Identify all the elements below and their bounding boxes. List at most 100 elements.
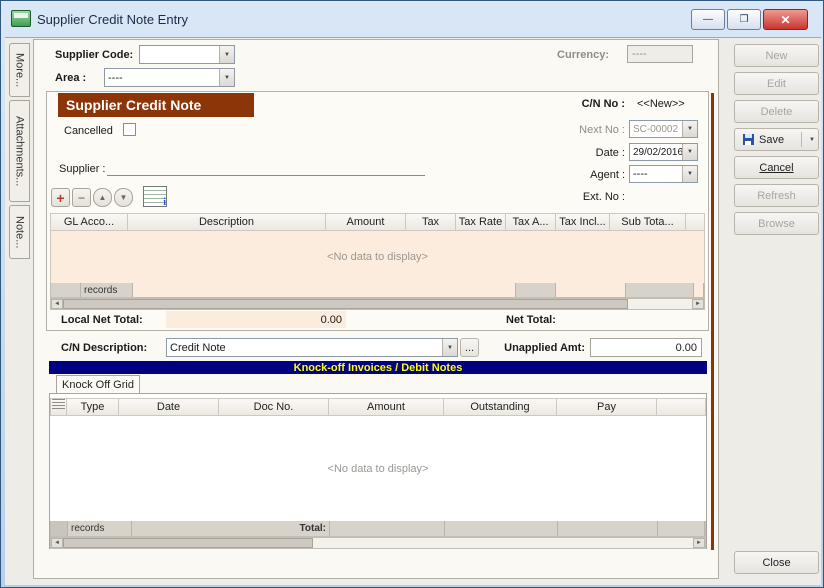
chevron-down-icon[interactable]: ▼ bbox=[682, 166, 697, 182]
delete-button[interactable]: Delete bbox=[734, 100, 819, 123]
knockoff-footer-cell bbox=[445, 521, 558, 536]
scrollbar-thumb[interactable] bbox=[63, 299, 628, 309]
supplier-credit-note-window: Supplier Credit Note Entry — ❐ ✕ More...… bbox=[0, 0, 824, 588]
close-button[interactable]: Close bbox=[734, 551, 819, 574]
save-dropdown-icon[interactable]: ▼ bbox=[809, 137, 815, 143]
supplier-field[interactable] bbox=[107, 159, 425, 176]
grid-info-icon[interactable] bbox=[143, 186, 167, 207]
scrollbar-track[interactable] bbox=[628, 299, 692, 309]
detail-footer-cell bbox=[516, 283, 556, 297]
scroll-left-icon[interactable]: ◄ bbox=[51, 299, 63, 309]
supplier-code-combo[interactable]: ▼ bbox=[139, 45, 235, 64]
scroll-right-icon[interactable]: ► bbox=[692, 299, 704, 309]
side-tab-more[interactable]: More... bbox=[9, 43, 30, 97]
knockoff-grid-empty: <No data to display> bbox=[50, 416, 706, 521]
chevron-down-icon[interactable]: ▼ bbox=[442, 339, 457, 356]
cn-description-ellipsis-button[interactable]: ... bbox=[460, 338, 479, 357]
column-header-doc-no[interactable]: Doc No. bbox=[219, 398, 329, 416]
column-header-date[interactable]: Date bbox=[119, 398, 219, 416]
supplier-code-label: Supplier Code: bbox=[55, 49, 133, 61]
knockoff-footer-cell bbox=[658, 521, 705, 536]
knockoff-footer-cell bbox=[558, 521, 658, 536]
column-header-type[interactable]: Type bbox=[67, 398, 119, 416]
next-no-label: Next No : bbox=[545, 124, 625, 136]
detail-grid-hscrollbar[interactable]: ◄ ► bbox=[50, 298, 705, 310]
cancelled-checkbox[interactable] bbox=[123, 123, 136, 136]
title-bar[interactable]: Supplier Credit Note Entry — ❐ ✕ bbox=[1, 1, 824, 37]
agent-label: Agent : bbox=[545, 169, 625, 181]
move-up-button[interactable]: ▲ bbox=[93, 188, 112, 207]
unapplied-amt-label: Unapplied Amt: bbox=[489, 342, 585, 354]
detail-grid-empty: <No data to display> bbox=[50, 231, 705, 283]
cn-description-value: Credit Note bbox=[167, 339, 442, 356]
supplier-label: Supplier : bbox=[59, 163, 105, 175]
save-button-label: Save bbox=[759, 134, 784, 146]
column-header-filler bbox=[657, 398, 706, 416]
chevron-down-icon[interactable]: ▼ bbox=[682, 121, 697, 137]
chevron-down-icon[interactable]: ▼ bbox=[219, 46, 234, 63]
close-window-button[interactable]: ✕ bbox=[763, 9, 808, 30]
refresh-button[interactable]: Refresh bbox=[734, 184, 819, 207]
column-header-tax-amt[interactable]: Tax A... bbox=[506, 213, 556, 231]
net-total-label: Net Total: bbox=[506, 314, 556, 326]
local-net-total-label: Local Net Total: bbox=[61, 314, 143, 326]
minimize-button[interactable]: — bbox=[691, 9, 725, 30]
detail-footer-cell bbox=[694, 283, 704, 297]
detail-footer-cell bbox=[626, 283, 694, 297]
chevron-down-icon[interactable]: ▼ bbox=[219, 69, 234, 86]
column-header-filler bbox=[686, 213, 705, 231]
panel-title: Supplier Credit Note bbox=[58, 93, 254, 117]
move-down-button[interactable]: ▼ bbox=[114, 188, 133, 207]
column-header-amount[interactable]: Amount bbox=[326, 213, 406, 231]
column-header-tax-rate[interactable]: Tax Rate bbox=[456, 213, 506, 231]
edit-button[interactable]: Edit bbox=[734, 72, 819, 95]
detail-footer-cell bbox=[51, 283, 81, 297]
column-header-pay[interactable]: Pay bbox=[557, 398, 657, 416]
date-combo[interactable]: 29/02/2016 ▼ bbox=[629, 143, 698, 161]
save-button[interactable]: Save ▼ bbox=[734, 128, 819, 151]
column-header-gl-account[interactable]: GL Acco... bbox=[50, 213, 128, 231]
detail-footer-cell bbox=[133, 283, 516, 297]
save-icon bbox=[743, 134, 754, 145]
window-title: Supplier Credit Note Entry bbox=[37, 12, 188, 27]
tab-knock-off-grid[interactable]: Knock Off Grid bbox=[56, 375, 140, 394]
column-header-ko-amount[interactable]: Amount bbox=[329, 398, 444, 416]
add-row-button[interactable]: + bbox=[51, 188, 70, 207]
scrollbar-track[interactable] bbox=[313, 538, 693, 548]
knockoff-total-label: Total: bbox=[132, 521, 330, 536]
cancel-button[interactable]: Cancel bbox=[734, 156, 819, 179]
ext-no-field[interactable] bbox=[629, 187, 698, 203]
area-label: Area : bbox=[55, 72, 86, 84]
column-header-sub-total[interactable]: Sub Tota... bbox=[610, 213, 686, 231]
column-header-outstanding[interactable]: Outstanding bbox=[444, 398, 557, 416]
browse-button[interactable]: Browse bbox=[734, 212, 819, 235]
save-split-divider bbox=[801, 132, 802, 147]
cn-no-value: <<New>> bbox=[637, 98, 685, 110]
date-value: 29/02/2016 bbox=[630, 144, 682, 160]
knockoff-bar-title: Knock-off Invoices / Debit Notes bbox=[49, 361, 707, 374]
column-header-description[interactable]: Description bbox=[128, 213, 326, 231]
cn-description-combo[interactable]: Credit Note ▼ bbox=[166, 338, 458, 357]
ext-no-label: Ext. No : bbox=[545, 191, 625, 203]
agent-combo[interactable]: ---- ▼ bbox=[629, 165, 698, 183]
next-no-value: SC-00002 bbox=[630, 121, 682, 137]
column-header-tax-incl[interactable]: Tax Incl... bbox=[556, 213, 610, 231]
currency-field: ---- bbox=[627, 45, 693, 63]
area-combo[interactable]: ---- ▼ bbox=[104, 68, 235, 87]
scrollbar-thumb[interactable] bbox=[63, 538, 313, 548]
next-no-combo[interactable]: SC-00002 ▼ bbox=[629, 120, 698, 138]
cn-description-label: C/N Description: bbox=[61, 342, 147, 354]
side-tab-attachments[interactable]: Attachments... bbox=[9, 100, 30, 202]
splitter-strip[interactable] bbox=[711, 93, 714, 550]
knockoff-grid-hscrollbar[interactable]: ◄ ► bbox=[50, 537, 706, 549]
knockoff-footer-cell bbox=[51, 521, 68, 536]
scroll-right-icon[interactable]: ► bbox=[693, 538, 705, 548]
column-header-tax[interactable]: Tax bbox=[406, 213, 456, 231]
remove-row-button[interactable]: − bbox=[72, 188, 91, 207]
cancel-button-label: Cancel bbox=[759, 162, 793, 174]
maximize-button[interactable]: ❐ bbox=[727, 9, 761, 30]
chevron-down-icon[interactable]: ▼ bbox=[682, 144, 697, 160]
side-tab-note[interactable]: Note... bbox=[9, 205, 30, 259]
scroll-left-icon[interactable]: ◄ bbox=[51, 538, 63, 548]
new-button[interactable]: New bbox=[734, 44, 819, 67]
